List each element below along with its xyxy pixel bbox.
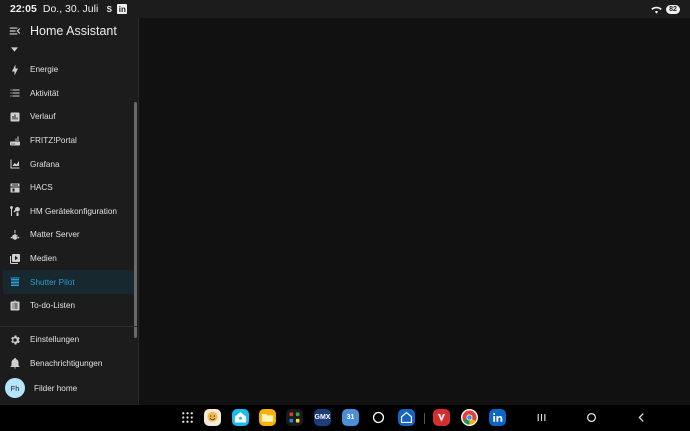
circle-app-icon[interactable]: [370, 409, 387, 426]
battery-indicator: 82: [666, 4, 680, 14]
sidebar-item-label: FRITZ!Portal: [30, 136, 77, 146]
bell-icon: [10, 358, 20, 369]
chart-areaspline-icon: [10, 159, 20, 169]
cog-icon: [11, 335, 20, 345]
sidebar-item-shutter-pilot[interactable]: Shutter Pilot: [3, 270, 134, 294]
files-app-icon[interactable]: [259, 409, 276, 426]
clock: 22:05: [10, 3, 37, 15]
hacs-icon: [10, 183, 20, 193]
taskbar-divider: [424, 413, 425, 424]
lightning-icon: [12, 64, 18, 76]
status-bar: 22:05 Do., 30. Juli S in 82: [0, 0, 690, 18]
list-icon: [10, 89, 20, 97]
chrome-app-icon[interactable]: [461, 409, 478, 426]
sidebar-nav: Energie Aktivität Verlauf FRITZ!Portal G…: [0, 58, 139, 318]
sidebar-item-label: Verlauf: [30, 112, 56, 122]
sidebar-item-label: HACS: [30, 183, 53, 193]
home-icon[interactable]: [583, 409, 600, 426]
sidebar-item-label: HM Gerätekonfiguration: [30, 206, 117, 216]
sidebar-item-label: Energie: [30, 65, 59, 75]
sidebar-item-grafana[interactable]: Grafana: [0, 152, 139, 176]
sidebar-divider: [0, 326, 137, 327]
sidebar-item-label: Matter Server: [30, 230, 80, 240]
sidebar-item-verlauf[interactable]: Verlauf: [0, 105, 139, 129]
s-notification-icon: S: [106, 4, 112, 14]
sidebar-item-todo-listen[interactable]: To-do-Listen: [0, 294, 139, 318]
router-icon: [10, 136, 20, 146]
shutter-icon: [10, 277, 20, 287]
sidebar-item-label: Aktivität: [30, 88, 59, 98]
date: Do., 30. Juli: [42, 3, 99, 15]
sidebar-item-einstellungen[interactable]: Einstellungen: [0, 328, 139, 352]
sidebar-user-profile[interactable]: Fh Filder home: [0, 375, 139, 401]
linkedin-app-icon[interactable]: [489, 409, 506, 426]
chevron-down-icon: [11, 47, 18, 52]
sidebar-scrollbar[interactable]: [134, 102, 137, 338]
sidebar-item-energie[interactable]: Energie: [0, 58, 139, 82]
avatar: Fh: [5, 378, 25, 399]
app-folder-icon[interactable]: [286, 409, 303, 426]
sidebar-item-label: Grafana: [30, 159, 60, 169]
sidebar: Home Assistant Energie Aktivität Verlauf…: [0, 18, 139, 405]
app-title: Home Assistant: [30, 24, 117, 38]
linkedin-notification-icon: in: [117, 4, 128, 14]
gmx-app-icon[interactable]: GMX: [314, 409, 331, 426]
app-drawer-icon[interactable]: [179, 409, 196, 426]
home-assistant-app-icon[interactable]: [232, 409, 249, 426]
sidebar-item-aktivitaet[interactable]: Aktivität: [0, 82, 139, 106]
sidebar-item-fritz-portal[interactable]: FRITZ!Portal: [0, 129, 139, 153]
sidebar-item-label: Einstellungen: [30, 335, 80, 345]
smartthings-app-icon[interactable]: [398, 409, 415, 426]
sidebar-item-medien[interactable]: Medien: [0, 247, 139, 271]
back-icon[interactable]: [633, 409, 650, 426]
wifi-icon: [651, 6, 662, 14]
sidebar-item-benachrichtigungen[interactable]: Benachrichtigungen: [0, 352, 139, 376]
play-box-icon: [10, 253, 20, 264]
chart-box-icon: [10, 112, 20, 122]
recents-icon[interactable]: [533, 409, 550, 426]
taskbar: GMX 31: [0, 405, 690, 431]
sidebar-bottom: Einstellungen Benachrichtigungen Fh Fild…: [0, 328, 139, 401]
user-name: Filder home: [34, 383, 78, 393]
main-content: [139, 18, 690, 405]
sidebar-item-label: To-do-Listen: [30, 301, 76, 311]
tools-icon: [10, 206, 20, 217]
menu-open-icon[interactable]: [8, 24, 22, 38]
sidebar-item-hacs[interactable]: HACS: [0, 176, 139, 200]
sidebar-item-label: Medien: [30, 254, 57, 264]
sidebar-item-hm-geraetekonfiguration[interactable]: HM Gerätekonfiguration: [0, 200, 139, 224]
vivaldi-app-icon[interactable]: [433, 409, 450, 426]
calendar-app-icon[interactable]: 31: [342, 409, 359, 426]
clipboard-list-icon: [10, 300, 20, 311]
sidebar-item-label: Benachrichtigungen: [30, 358, 103, 368]
smiley-app-icon[interactable]: [204, 409, 221, 426]
sidebar-header: Home Assistant: [0, 18, 138, 44]
sidebar-item-matter-server[interactable]: Matter Server: [0, 223, 139, 247]
sidebar-item-label: Shutter Pilot: [30, 277, 75, 287]
matter-icon: [10, 229, 20, 240]
